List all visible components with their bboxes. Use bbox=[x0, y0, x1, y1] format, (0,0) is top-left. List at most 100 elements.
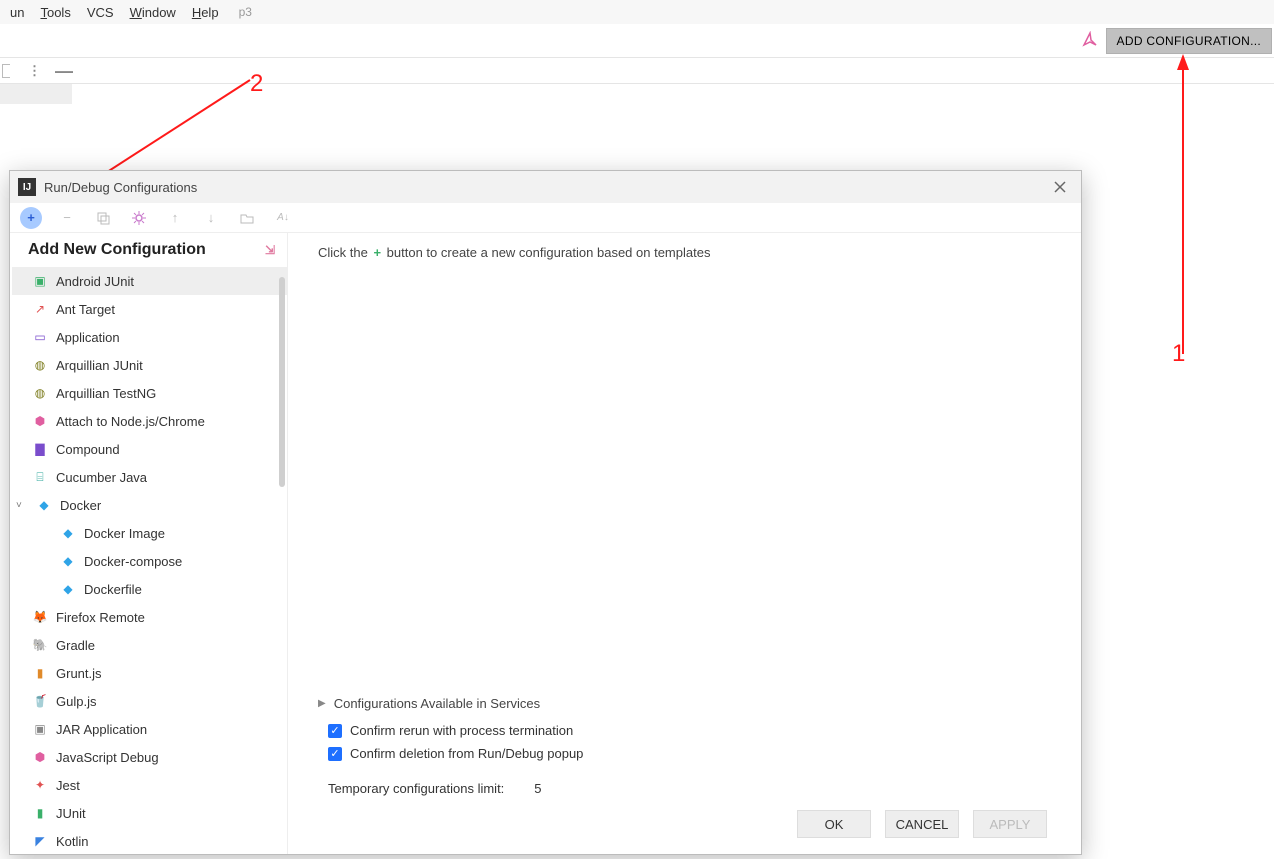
main-toolbar: ADD CONFIGURATION... bbox=[0, 24, 1274, 58]
config-type-label: Firefox Remote bbox=[56, 610, 145, 625]
config-type-icon: ▭ bbox=[32, 329, 48, 345]
down-icon[interactable]: ↓ bbox=[200, 207, 222, 229]
config-type-label: Docker-compose bbox=[84, 554, 182, 569]
services-section-header[interactable]: ▶ Configurations Available in Services bbox=[318, 696, 1063, 711]
collapse-panel-icon[interactable]: ⇲ bbox=[265, 243, 275, 257]
config-type-icon: ◍ bbox=[32, 357, 48, 373]
config-type-item[interactable]: ▣ Android JUnit bbox=[10, 267, 287, 295]
config-type-item[interactable]: ▮JUnit bbox=[12, 799, 287, 827]
ok-button[interactable]: OK bbox=[797, 810, 871, 838]
dialog-titlebar[interactable]: IJ Run/Debug Configurations bbox=[10, 171, 1081, 203]
gear-icon[interactable] bbox=[128, 207, 150, 229]
configuration-type-list[interactable]: ▣ Android JUnit ↗ Ant Target ▭ Application ◍ Ar… bbox=[10, 267, 287, 854]
menu-help[interactable]: Help bbox=[186, 3, 225, 22]
config-type-item[interactable]: ↗ Ant Target bbox=[12, 295, 287, 323]
config-type-label: Cucumber Java bbox=[56, 470, 147, 485]
config-type-icon: ◆ bbox=[60, 553, 76, 569]
config-type-label: Application bbox=[56, 330, 120, 345]
copy-icon[interactable] bbox=[92, 207, 114, 229]
config-type-item[interactable]: ⌸ Cucumber Java bbox=[12, 463, 287, 491]
temp-limit-label: Temporary configurations limit: bbox=[328, 781, 504, 796]
config-type-icon: ⬢ bbox=[32, 749, 48, 765]
add-configuration-button[interactable]: ADD CONFIGURATION... bbox=[1106, 28, 1272, 54]
config-type-item[interactable]: ◤ Kotlin bbox=[12, 827, 287, 854]
project-label: p3 bbox=[239, 5, 252, 19]
config-type-item[interactable]: ◍ Arquillian TestNG bbox=[12, 379, 287, 407]
config-type-item[interactable]: ▇ Compound bbox=[12, 435, 287, 463]
config-type-item[interactable]: ◆Docker Image bbox=[12, 519, 287, 547]
dialog-close-button[interactable] bbox=[1047, 174, 1073, 200]
remove-icon[interactable]: − bbox=[56, 207, 78, 229]
dialog-content: Click the + button to create a new confi… bbox=[288, 233, 1081, 854]
config-type-item[interactable]: ◆ Dockerfile bbox=[12, 575, 287, 603]
config-type-item[interactable]: ✦ Jest bbox=[12, 771, 287, 799]
config-type-icon: ⌸ bbox=[32, 469, 48, 485]
scrollbar-thumb[interactable] bbox=[279, 277, 285, 487]
config-type-item[interactable]: ⬢ JavaScript Debug bbox=[12, 743, 287, 771]
annotation-arrow-1 bbox=[1168, 54, 1198, 364]
config-type-item[interactable]: 🐘Gradle bbox=[12, 631, 287, 659]
config-type-label: Gulp.js bbox=[56, 694, 96, 709]
config-type-label: Ant Target bbox=[56, 302, 115, 317]
chevron-down-icon[interactable]: ˅ bbox=[16, 500, 28, 511]
config-type-item[interactable]: ◍ Arquillian JUnit bbox=[12, 351, 287, 379]
config-type-label: Docker bbox=[60, 498, 101, 513]
config-type-icon: 🥤 bbox=[32, 693, 48, 709]
menu-tools[interactable]: Tools bbox=[34, 3, 76, 22]
checkbox-checked-icon: ✓ bbox=[328, 724, 342, 738]
config-type-label: Android JUnit bbox=[56, 274, 134, 289]
config-type-icon: ◤ bbox=[32, 833, 48, 849]
config-type-icon: ◆ bbox=[60, 525, 76, 541]
menu-run[interactable]: un bbox=[4, 3, 30, 22]
folder-icon[interactable] bbox=[236, 207, 258, 229]
az-icon[interactable]: A↓ bbox=[272, 207, 294, 229]
config-type-item[interactable]: ⬢Attach to Node.js/Chrome bbox=[12, 407, 287, 435]
config-type-icon: ▣ bbox=[32, 721, 48, 737]
temp-limit-value[interactable]: 5 bbox=[534, 781, 541, 796]
config-type-icon: ▮ bbox=[32, 805, 48, 821]
config-type-item[interactable]: ◆ Docker-compose bbox=[12, 547, 287, 575]
add-icon[interactable]: + bbox=[20, 207, 42, 229]
tab-handle-icon[interactable] bbox=[2, 64, 10, 78]
config-type-label: Jest bbox=[56, 778, 80, 793]
config-type-icon: ✦ bbox=[32, 777, 48, 793]
config-type-item[interactable]: ▮Grunt.js bbox=[12, 659, 287, 687]
menu-bar: un Tools VCS Window Help p3 bbox=[0, 0, 1274, 24]
config-type-item[interactable]: 🦊 Firefox Remote bbox=[12, 603, 287, 631]
confirm-rerun-checkbox[interactable]: ✓ Confirm rerun with process termination bbox=[328, 723, 1053, 738]
cancel-button[interactable]: CANCEL bbox=[885, 810, 959, 838]
config-type-item[interactable]: ▭ Application bbox=[12, 323, 287, 351]
config-type-icon: ◆ bbox=[60, 581, 76, 597]
up-icon[interactable]: ↑ bbox=[164, 207, 186, 229]
menu-vcs[interactable]: VCS bbox=[81, 3, 120, 22]
annotation-label-1: 1 bbox=[1172, 340, 1185, 368]
compass-icon[interactable] bbox=[1082, 31, 1098, 50]
config-type-label: Arquillian JUnit bbox=[56, 358, 143, 373]
config-type-label: Dockerfile bbox=[84, 582, 142, 597]
plus-inline-icon: + bbox=[371, 245, 383, 260]
config-type-icon: ▇ bbox=[32, 441, 48, 457]
config-type-icon: ↗ bbox=[32, 301, 48, 317]
config-type-item[interactable]: 🥤 Gulp.js bbox=[12, 687, 287, 715]
configurations-sidebar: Add New Configuration ⇲ ▣ Android JUnit ↗ A… bbox=[10, 233, 288, 854]
config-type-label: JavaScript Debug bbox=[56, 750, 159, 765]
config-type-label: Grunt.js bbox=[56, 666, 102, 681]
panel-header: Add New Configuration bbox=[28, 241, 206, 259]
config-type-label: Kotlin bbox=[56, 834, 89, 849]
config-type-item[interactable]: ˅ ◆ Docker bbox=[12, 491, 287, 519]
apply-button[interactable]: APPLY bbox=[973, 810, 1047, 838]
config-type-label: Gradle bbox=[56, 638, 95, 653]
config-type-icon: ◍ bbox=[32, 385, 48, 401]
config-type-icon: 🦊 bbox=[32, 609, 48, 625]
config-type-label: Attach to Node.js/Chrome bbox=[56, 414, 205, 429]
config-type-label: JAR Application bbox=[56, 722, 147, 737]
menu-window[interactable]: Window bbox=[124, 3, 182, 22]
confirm-delete-checkbox[interactable]: ✓ Confirm deletion from Run/Debug popup bbox=[328, 746, 1053, 761]
chevron-right-icon: ▶ bbox=[318, 698, 326, 709]
config-type-icon: ◆ bbox=[36, 497, 52, 513]
config-type-label: Arquillian TestNG bbox=[56, 386, 156, 401]
config-type-label: Compound bbox=[56, 442, 120, 457]
config-type-icon: ▣ bbox=[32, 273, 48, 289]
config-type-item[interactable]: ▣ JAR Application bbox=[12, 715, 287, 743]
annotation-label-2: 2 bbox=[250, 70, 263, 98]
